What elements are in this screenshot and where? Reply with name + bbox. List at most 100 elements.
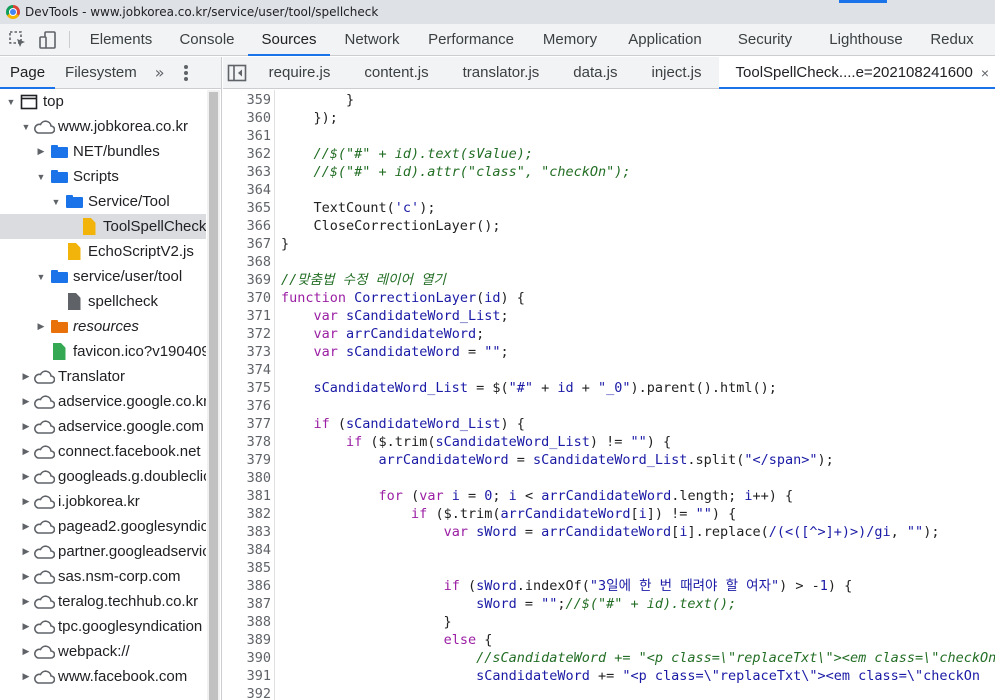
tree-item[interactable]: ▶ resources <box>0 314 206 339</box>
tree-item[interactable]: spellcheck <box>0 289 206 314</box>
collapsed-arrow-icon[interactable]: ▶ <box>19 646 33 657</box>
navigator-scrollbar[interactable] <box>207 90 220 700</box>
tree-item[interactable]: favicon.ico?v190409 <box>0 339 206 364</box>
line-number[interactable]: 384 <box>223 541 271 559</box>
editor-tab[interactable]: ToolSpellCheck....e=202108241600 × <box>718 57 995 89</box>
navigator-scrollbar-thumb[interactable] <box>209 92 218 700</box>
expanded-arrow-icon[interactable]: ▼ <box>34 172 48 182</box>
line-number[interactable]: 365 <box>223 199 271 217</box>
collapsed-arrow-icon[interactable]: ▶ <box>19 571 33 582</box>
tree-item[interactable]: ▶ tpc.googlesyndication <box>0 614 206 639</box>
collapsed-arrow-icon[interactable]: ▶ <box>34 321 48 332</box>
collapsed-arrow-icon[interactable]: ▶ <box>19 471 33 482</box>
tree-item[interactable]: ▼ Service/Tool <box>0 189 206 214</box>
editor-tab[interactable]: inject.js <box>635 57 719 88</box>
editor-tab[interactable]: require.js <box>252 57 348 88</box>
line-number[interactable]: 381 <box>223 487 271 505</box>
tree-item[interactable]: ▼ service/user/tool <box>0 264 206 289</box>
expanded-arrow-icon[interactable]: ▼ <box>4 97 18 107</box>
expanded-arrow-icon[interactable]: ▼ <box>19 122 33 132</box>
line-number[interactable]: 366 <box>223 217 271 235</box>
line-number[interactable]: 391 <box>223 667 271 685</box>
expanded-arrow-icon[interactable]: ▼ <box>49 197 63 207</box>
inspect-element-icon[interactable] <box>3 24 33 55</box>
tab-console[interactable]: Console <box>166 24 248 55</box>
collapsed-arrow-icon[interactable]: ▶ <box>19 446 33 457</box>
line-number[interactable]: 388 <box>223 613 271 631</box>
editor-tab[interactable]: content.js <box>347 57 445 88</box>
collapsed-arrow-icon[interactable]: ▶ <box>19 396 33 407</box>
collapsed-arrow-icon[interactable]: ▶ <box>19 371 33 382</box>
tab-filesystem[interactable]: Filesystem <box>55 57 147 88</box>
line-number[interactable]: 369 <box>223 271 271 289</box>
line-number[interactable]: 375 <box>223 379 271 397</box>
collapsed-arrow-icon[interactable]: ▶ <box>19 546 33 557</box>
collapsed-arrow-icon[interactable]: ▶ <box>19 496 33 507</box>
collapsed-arrow-icon[interactable]: ▶ <box>19 521 33 532</box>
tree-item[interactable]: ▶ NET/bundles <box>0 139 206 164</box>
line-number[interactable]: 364 <box>223 181 271 199</box>
tab-sources[interactable]: Sources <box>248 24 330 56</box>
line-number[interactable]: 362 <box>223 145 271 163</box>
tree-item[interactable]: ToolSpellCheck <box>0 214 206 239</box>
tree-item[interactable]: ▼ www.jobkorea.co.kr <box>0 114 206 139</box>
tab-security[interactable]: Security <box>718 24 812 55</box>
line-number[interactable]: 392 <box>223 685 271 700</box>
tree-item[interactable]: EchoScriptV2.js <box>0 239 206 264</box>
line-number[interactable]: 372 <box>223 325 271 343</box>
line-number[interactable]: 382 <box>223 505 271 523</box>
line-number[interactable]: 363 <box>223 163 271 181</box>
kebab-menu-icon[interactable] <box>183 57 189 88</box>
line-number[interactable]: 385 <box>223 559 271 577</box>
line-number[interactable]: 380 <box>223 469 271 487</box>
tab-redux[interactable]: Redux <box>920 24 984 55</box>
line-number[interactable]: 374 <box>223 361 271 379</box>
device-toolbar-icon[interactable] <box>33 24 63 55</box>
tab-performance[interactable]: Performance <box>414 24 528 55</box>
tree-item[interactable]: ▶ www.facebook.com <box>0 664 206 689</box>
tree-item[interactable]: ▶ i.jobkorea.kr <box>0 489 206 514</box>
collapsed-arrow-icon[interactable]: ▶ <box>19 596 33 607</box>
line-number[interactable]: 376 <box>223 397 271 415</box>
tree-item[interactable]: ▶ pagead2.googlesyndication <box>0 514 206 539</box>
collapsed-arrow-icon[interactable]: ▶ <box>19 671 33 682</box>
line-number[interactable]: 361 <box>223 127 271 145</box>
collapsed-arrow-icon[interactable]: ▶ <box>19 421 33 432</box>
tree-item[interactable]: ▶ adservice.google.com <box>0 414 206 439</box>
line-number[interactable]: 379 <box>223 451 271 469</box>
tree-item[interactable]: ▶ adservice.google.co.kr <box>0 389 206 414</box>
line-number[interactable]: 390 <box>223 649 271 667</box>
tab-network[interactable]: Network <box>330 24 414 55</box>
tree-item[interactable]: ▶ webpack:// <box>0 639 206 664</box>
expanded-arrow-icon[interactable]: ▼ <box>34 272 48 282</box>
line-number[interactable]: 359 <box>223 91 271 109</box>
toggle-navigator-icon[interactable] <box>223 57 252 88</box>
line-number[interactable]: 371 <box>223 307 271 325</box>
tree-item[interactable]: ▼ Scripts <box>0 164 206 189</box>
tree-item[interactable]: ▶ Translator <box>0 364 206 389</box>
line-number[interactable]: 377 <box>223 415 271 433</box>
tab-elements[interactable]: Elements <box>76 24 166 55</box>
tree-item[interactable]: ▶ partner.googleadservices <box>0 539 206 564</box>
close-tab-icon[interactable]: × <box>981 65 989 81</box>
line-number[interactable]: 367 <box>223 235 271 253</box>
code-editor[interactable]: 359 } 360 }); 361 362 //$("#" + id).text(sV… <box>223 90 995 700</box>
tree-item[interactable]: ▶ sas.nsm-corp.com <box>0 564 206 589</box>
tree-item[interactable]: ▶ connect.facebook.net <box>0 439 206 464</box>
collapsed-arrow-icon[interactable]: ▶ <box>19 621 33 632</box>
line-number[interactable]: 360 <box>223 109 271 127</box>
collapsed-arrow-icon[interactable]: ▶ <box>34 146 48 157</box>
line-number[interactable]: 368 <box>223 253 271 271</box>
editor-tab[interactable]: translator.js <box>446 57 557 88</box>
line-number[interactable]: 386 <box>223 577 271 595</box>
more-tabs-chevron-icon[interactable]: » <box>147 57 173 88</box>
tab-application[interactable]: Application <box>612 24 718 55</box>
tree-item[interactable]: ▼ top <box>0 89 206 114</box>
tree-item[interactable]: ▶ googleads.g.doubleclick <box>0 464 206 489</box>
line-number[interactable]: 387 <box>223 595 271 613</box>
line-number[interactable]: 370 <box>223 289 271 307</box>
tab-lighthouse[interactable]: Lighthouse <box>812 24 920 55</box>
line-number[interactable]: 383 <box>223 523 271 541</box>
tab-memory[interactable]: Memory <box>528 24 612 55</box>
editor-tab[interactable]: data.js <box>556 57 634 88</box>
